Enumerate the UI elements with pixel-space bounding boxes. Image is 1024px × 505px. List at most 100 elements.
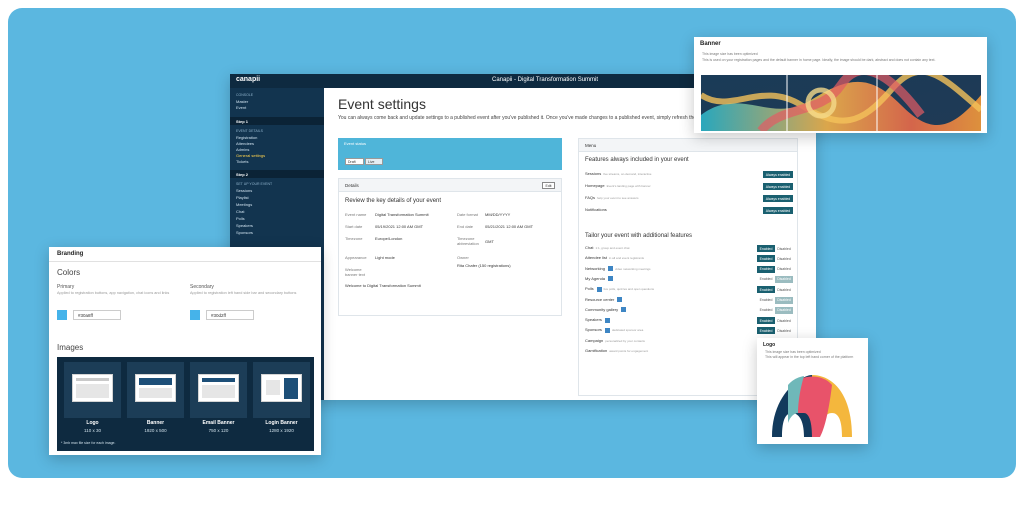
banner-image-preview[interactable]: [701, 75, 981, 131]
tailor-features-heading: Tailor your event with additional featur…: [585, 233, 693, 239]
email-banner-image-name: Email Banner: [202, 420, 235, 426]
login-banner-image-tile[interactable]: [253, 362, 310, 418]
brand-logo[interactable]: canapii: [236, 76, 260, 83]
feature-label: FAQs: [585, 195, 596, 200]
sidebar-step-1[interactable]: Step 1: [230, 117, 324, 125]
feature-checkbox[interactable]: [604, 317, 610, 323]
always-enabled-badge: Always enabled: [763, 195, 793, 202]
event-status-label: Event status: [344, 141, 367, 146]
main-content: Event settings You can always come back …: [330, 88, 816, 400]
logo-image-dims: 110 x 30: [84, 428, 101, 433]
enabled-button[interactable]: Enabled: [757, 327, 775, 335]
sidebar-item-attendees[interactable]: Attendees: [236, 141, 254, 146]
date-format-label: Date format: [457, 212, 478, 217]
feature-checkbox[interactable]: [621, 307, 627, 313]
sidebar-item-general-settings[interactable]: General settings: [236, 153, 265, 158]
image-upload-panel: Logo 110 x 30 Banner 1920 x 500 Email Ba…: [57, 357, 314, 451]
details-header: Details: [339, 179, 561, 192]
sidebar-item-master[interactable]: Master: [236, 99, 248, 104]
disabled-button[interactable]: Disabled: [775, 296, 793, 304]
email-banner-image-tile[interactable]: [190, 362, 247, 418]
feature-label: Gamification: [585, 348, 608, 353]
enabled-button[interactable]: Enabled: [757, 245, 775, 252]
timezone-abbr-value: GMT: [485, 239, 494, 244]
feature-checkbox[interactable]: [596, 286, 602, 292]
primary-color-swatch[interactable]: [57, 310, 67, 320]
feature-label: Speakers: [585, 317, 602, 323]
sidebar-item-chat[interactable]: Chat: [236, 209, 244, 214]
feature-hint: 1:1, group and event chat: [595, 246, 630, 250]
disabled-button[interactable]: Disabled: [775, 245, 793, 252]
date-format-value: MM/DD/YYYY: [485, 212, 511, 217]
banner-image-tile[interactable]: [127, 362, 184, 418]
logo-popup-title: Logo: [763, 342, 776, 348]
owner-label: Owner: [457, 255, 469, 260]
disabled-button[interactable]: Disabled: [775, 306, 793, 314]
feature-hint: dedicated sponsor area: [611, 328, 644, 333]
appearance-label: Appearance: [345, 255, 367, 260]
feature-checkbox[interactable]: [608, 266, 614, 272]
sidebar-item-sessions[interactable]: Sessions: [236, 188, 252, 193]
owner-value: Rita Chafer (150 registrations): [457, 263, 511, 268]
details-edit-button[interactable]: Edit: [542, 182, 555, 189]
feature-label: Sponsors: [585, 327, 602, 333]
sidebar-item-meetings[interactable]: Meetings: [236, 202, 252, 207]
status-live-button[interactable]: Live: [365, 158, 383, 165]
always-enabled-badge: Always enabled: [763, 207, 793, 214]
enabled-button[interactable]: Enabled: [757, 255, 775, 263]
email-banner-preview: [198, 374, 239, 402]
disabled-button[interactable]: Disabled: [775, 317, 793, 325]
primary-color-input[interactable]: #30a8ff: [73, 310, 121, 320]
event-status-card: Event status Draft Live: [338, 138, 562, 170]
status-draft-button[interactable]: Draft: [345, 158, 364, 165]
feature-hint: personalized by your contacts: [605, 338, 645, 343]
feature-row: Attendee list in all and event registrant…: [585, 255, 793, 263]
secondary-color-swatch[interactable]: [190, 310, 200, 320]
disabled-button[interactable]: Disabled: [775, 286, 793, 294]
sidebar-item-sponsors[interactable]: Sponsors: [236, 230, 253, 235]
background-stage: canapii Canapii - Digital Transformation…: [8, 8, 1016, 478]
sidebar-step-2[interactable]: Step 2: [230, 170, 324, 178]
sidebar-item-tickets[interactable]: Tickets: [236, 159, 249, 164]
always-enabled-badge: Always enabled: [763, 183, 793, 190]
enabled-button[interactable]: Enabled: [757, 286, 775, 294]
canapii-logo-preview[interactable]: [762, 363, 862, 441]
feature-hint: live streams, on-demand, interactive: [603, 172, 652, 176]
secondary-color-description: Applied to registration left hand side b…: [190, 291, 297, 295]
always-included-row: FAQs help your event to see answers Always…: [585, 195, 793, 203]
disabled-button[interactable]: Disabled: [775, 265, 793, 273]
logo-image-tile[interactable]: [64, 362, 121, 418]
sidebar-item-playlist[interactable]: Playlist: [236, 195, 249, 200]
feature-row: Polls live polls, quizzes and open questi…: [585, 286, 793, 294]
sidebar-item-polls[interactable]: Polls: [236, 216, 245, 221]
feature-checkbox[interactable]: [604, 327, 610, 333]
sidebar-item-speakers[interactable]: Speakers: [236, 223, 253, 228]
details-card: Details Edit Review the key details of y…: [338, 178, 562, 316]
event-name-value: Digital Transformation Summit: [375, 212, 429, 217]
enabled-button[interactable]: Enabled: [757, 317, 775, 325]
sidebar-item-admins[interactable]: Admins: [236, 147, 249, 152]
image-size-note: * 3mb max file size for each image.: [61, 441, 116, 445]
sidebar-header-setup: SET UP YOUR EVENT: [236, 182, 273, 186]
feature-hint: Event's landing page with banner: [606, 184, 651, 188]
feature-checkbox[interactable]: [617, 296, 623, 302]
enabled-button[interactable]: Enabled: [757, 296, 775, 304]
enabled-button[interactable]: Enabled: [757, 265, 775, 273]
sidebar-item-registration[interactable]: Registration: [236, 135, 257, 140]
sidebar-item-event[interactable]: Event: [236, 105, 246, 110]
logo-preview: [72, 374, 113, 402]
enabled-button[interactable]: Enabled: [757, 306, 775, 314]
always-enabled-badge: Always enabled: [763, 171, 793, 178]
feature-checkbox[interactable]: [608, 276, 614, 282]
start-date-value: 05/19/2021 12:00 AM GMT: [375, 224, 424, 229]
banner-popup-title: Banner: [700, 41, 721, 47]
menu-header: Menu: [579, 139, 797, 152]
disabled-button[interactable]: Disabled: [775, 255, 793, 263]
colors-heading: Colors: [57, 268, 81, 277]
disabled-button[interactable]: Disabled: [775, 327, 793, 335]
sidebar-header-event-details: EVENT DETAILS: [236, 129, 263, 133]
disabled-button[interactable]: Disabled: [775, 275, 793, 283]
secondary-color-input[interactable]: #30d2ff: [206, 310, 254, 320]
enabled-button[interactable]: Enabled: [757, 275, 775, 283]
banner-preview: [135, 374, 176, 402]
